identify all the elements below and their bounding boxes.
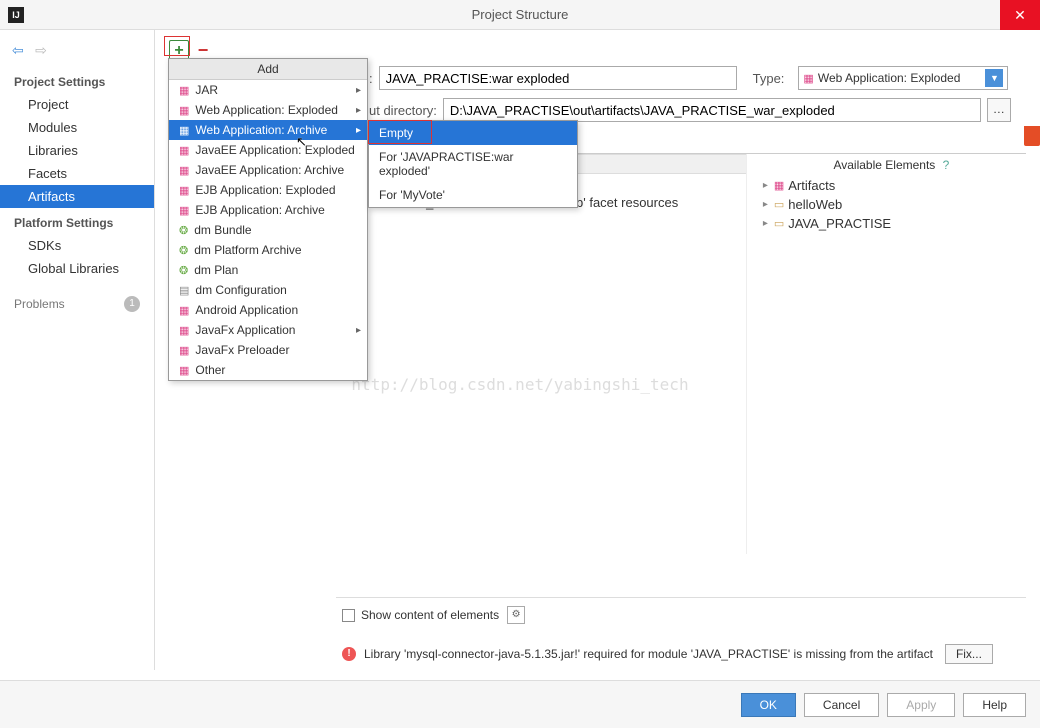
dd-item-dm-platform[interactable]: ❂dm Platform Archive [169,240,367,260]
tree-row-artifacts[interactable]: ▸ ▦ Artifacts [757,176,1026,195]
dd-item-dm-plan[interactable]: ❂dm Plan [169,260,367,280]
section-project-settings: Project Settings [0,71,154,93]
footer: OK Cancel Apply Help [0,680,1040,728]
sidebar-item-problems[interactable]: Problems 1 [0,292,154,316]
available-elements-title: Available Elements [833,158,935,172]
module-icon: ▭ [774,198,784,211]
chevron-right-icon: ▸ [356,85,361,96]
gift-icon: ▦ [179,184,189,197]
dd-item-javafx-preloader[interactable]: ▦JavaFx Preloader [169,340,367,360]
collapse-icon: ▸ [763,199,768,210]
gift-icon: ▦ [179,104,189,117]
ok-button[interactable]: OK [741,693,796,717]
output-layout-pane: ▾ 📁 tput root> ▸ 📁 WEB-INF 'JAVA_PRACTIS… [369,154,747,554]
artifact-type-value: Web Application: Exploded [818,71,961,85]
add-submenu: Empty For 'JAVAPRACTISE:war exploded' Fo… [368,120,578,208]
remove-artifact-button[interactable]: − [193,40,213,60]
show-content-label: Show content of elements [361,608,499,622]
available-elements-pane: Available Elements ? ▸ ▦ Artifacts ▸ ▭ h… [747,154,1026,554]
sidebar: ⇦ ⇨ Project Settings Project Modules Lib… [0,30,155,670]
close-button[interactable]: ✕ [1000,0,1040,30]
sidebar-item-artifacts[interactable]: Artifacts [0,185,154,208]
doc-icon: ▤ [179,284,189,297]
gift-icon: ▦ [803,72,813,85]
gift-icon: ▦ [179,304,189,317]
dd-item-android[interactable]: ▦Android Application [169,300,367,320]
chevron-right-icon: ▸ [356,125,361,136]
nav-back-icon[interactable]: ⇦ [12,42,24,59]
gift-icon: ▦ [179,364,189,377]
sidebar-item-modules[interactable]: Modules [0,116,154,139]
problems-label: Problems [14,297,65,311]
dd-item-ejb-exploded[interactable]: ▦EJB Application: Exploded [169,180,367,200]
sidebar-item-project[interactable]: Project [0,93,154,116]
sidebar-item-libraries[interactable]: Libraries [0,139,154,162]
chevron-right-icon: ▸ [356,325,361,336]
gift-icon: ▦ [179,204,189,217]
show-content-row: Show content of elements ⚙ [336,597,1026,632]
type-label: Type: [753,71,785,86]
gift-icon: ▦ [774,179,784,192]
sidebar-item-sdks[interactable]: SDKs [0,234,154,257]
add-artifact-button[interactable]: + [169,40,189,60]
nav-forward-icon[interactable]: ⇨ [35,42,47,59]
dd-item-jar[interactable]: ▦JAR▸ [169,80,367,100]
help-button[interactable]: Help [963,693,1026,717]
html5-icon [1024,126,1040,146]
fix-button[interactable]: Fix... [945,644,993,664]
apply-button[interactable]: Apply [887,693,955,717]
add-dropdown: Add ▦JAR▸ ▦Web Application: Exploded▸ ▦W… [168,58,368,381]
problems-badge: 1 [124,296,140,312]
app-icon: IJ [8,7,24,23]
gift-icon: ▦ [179,144,189,157]
sidebar-item-global-libraries[interactable]: Global Libraries [0,257,154,280]
name-label: : [369,71,373,86]
dd-item-web-exploded[interactable]: ▦Web Application: Exploded▸ [169,100,367,120]
collapse-icon: ▸ [763,218,768,229]
output-dir-input[interactable] [443,98,981,122]
tree-row-javapractise[interactable]: ▸ ▭ JAVA_PRACTISE [757,214,1026,233]
artifact-name-input[interactable] [379,66,737,90]
help-icon[interactable]: ? [943,158,950,172]
leaf-icon: ❂ [179,244,188,257]
sub-item-for-myvote[interactable]: For 'MyVote' [369,183,577,207]
artifact-type-combo[interactable]: ▦ Web Application: Exploded ▼ [798,66,1008,90]
gift-icon: ▦ [179,84,189,97]
window-title: Project Structure [472,7,569,22]
gift-icon: ▦ [179,344,189,357]
error-text: Library 'mysql-connector-java-5.1.35.jar… [364,647,933,661]
settings-icon[interactable]: ⚙ [507,606,525,624]
collapse-icon: ▸ [763,180,768,191]
chevron-right-icon: ▸ [356,105,361,116]
sub-item-empty[interactable]: Empty [369,121,577,145]
dd-item-dm-bundle[interactable]: ❂dm Bundle [169,220,367,240]
output-dir-label: ut directory: [369,103,437,118]
dd-item-web-archive[interactable]: ▦Web Application: Archive▸ [169,120,367,140]
section-platform-settings: Platform Settings [0,212,154,234]
leaf-icon: ❂ [179,264,188,277]
dd-item-ejb-archive[interactable]: ▦EJB Application: Archive [169,200,367,220]
cancel-button[interactable]: Cancel [804,693,879,717]
sub-item-for-javapractise[interactable]: For 'JAVAPRACTISE:war exploded' [369,145,577,183]
browse-button[interactable]: … [987,98,1011,122]
sidebar-item-facets[interactable]: Facets [0,162,154,185]
gift-icon: ▦ [179,164,189,177]
error-icon: ! [342,647,356,661]
dropdown-title: Add [169,59,367,80]
tree-row-helloweb[interactable]: ▸ ▭ helloWeb [757,195,1026,214]
dd-item-javafx-app[interactable]: ▦JavaFx Application▸ [169,320,367,340]
error-row: ! Library 'mysql-connector-java-5.1.35.j… [336,638,1026,670]
gift-icon: ▦ [179,124,189,137]
titlebar: IJ Project Structure ✕ [0,0,1040,30]
chevron-down-icon: ▼ [985,69,1003,87]
leaf-icon: ❂ [179,224,188,237]
dd-item-jee-exploded[interactable]: ▦JavaEE Application: Exploded [169,140,367,160]
dd-item-jee-archive[interactable]: ▦JavaEE Application: Archive [169,160,367,180]
module-icon: ▭ [774,217,784,230]
dd-item-dm-config[interactable]: ▤dm Configuration [169,280,367,300]
gift-icon: ▦ [179,324,189,337]
show-content-checkbox[interactable] [342,609,355,622]
dd-item-other[interactable]: ▦Other [169,360,367,380]
